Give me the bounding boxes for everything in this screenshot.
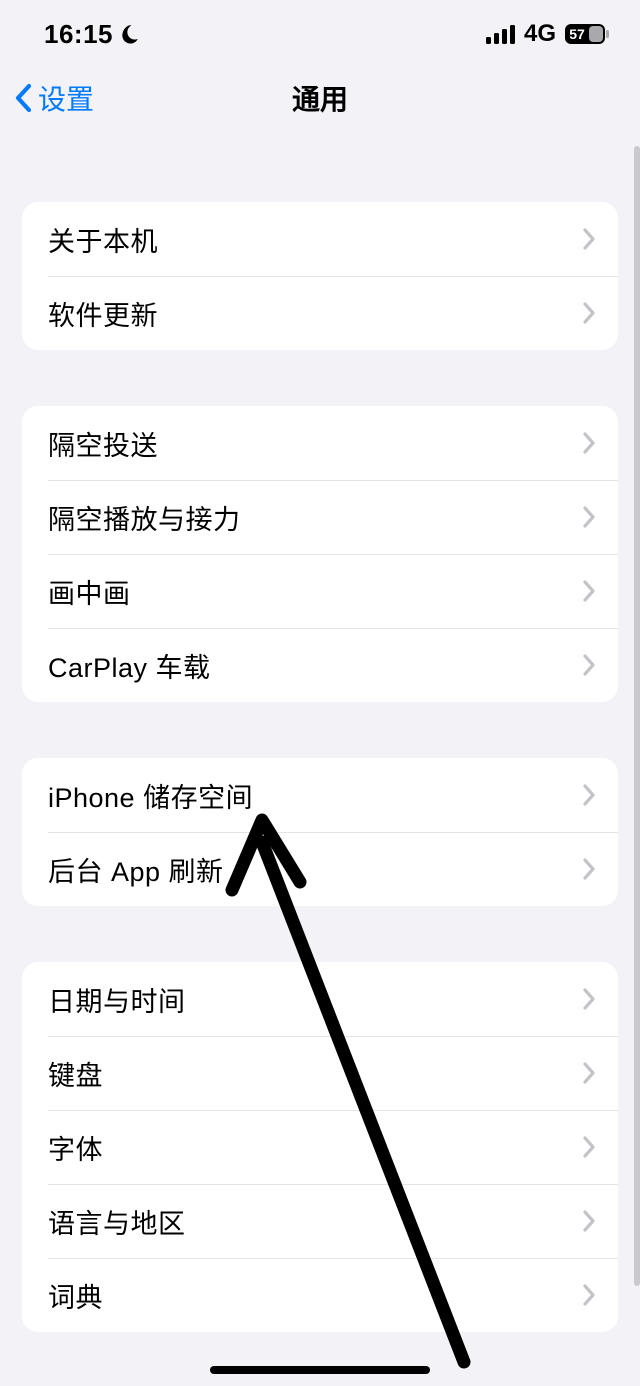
settings-group: 隔空投送隔空播放与接力画中画 CarPlay 车载 bbox=[22, 406, 618, 702]
settings-group: 日期与时间键盘字体语言与地区词典 bbox=[22, 962, 618, 1332]
row-label: 语言与地区 bbox=[48, 1202, 186, 1241]
row-keyboard[interactable]: 键盘 bbox=[22, 1036, 618, 1110]
row-label: CarPlay 车载 bbox=[48, 646, 211, 685]
row-fonts[interactable]: 字体 bbox=[22, 1110, 618, 1184]
row-label: 关于本机 bbox=[48, 220, 158, 259]
row-label: 词典 bbox=[48, 1276, 103, 1315]
home-indicator[interactable] bbox=[210, 1366, 430, 1374]
status-left: 16:15 bbox=[44, 19, 141, 50]
settings-group: 关于本机软件更新 bbox=[22, 202, 618, 350]
chevron-right-icon bbox=[582, 505, 596, 529]
row-date-time[interactable]: 日期与时间 bbox=[22, 962, 618, 1036]
battery-icon: 57 bbox=[564, 23, 610, 45]
status-time: 16:15 bbox=[44, 19, 113, 50]
chevron-right-icon bbox=[582, 1061, 596, 1085]
row-label: 后台 App 刷新 bbox=[48, 850, 224, 889]
cellular-signal-icon bbox=[486, 24, 516, 44]
row-label: 字体 bbox=[48, 1128, 103, 1167]
back-label: 设置 bbox=[38, 78, 94, 118]
row-label: 日期与时间 bbox=[48, 980, 186, 1019]
chevron-right-icon bbox=[582, 653, 596, 677]
chevron-right-icon bbox=[582, 783, 596, 807]
chevron-right-icon bbox=[582, 1135, 596, 1159]
row-background-app-refresh[interactable]: 后台 App 刷新 bbox=[22, 832, 618, 906]
svg-text:57: 57 bbox=[569, 26, 585, 42]
chevron-right-icon bbox=[582, 987, 596, 1011]
scrollbar[interactable] bbox=[634, 146, 640, 1286]
chevron-left-icon bbox=[12, 82, 36, 114]
chevron-right-icon bbox=[582, 857, 596, 881]
row-about[interactable]: 关于本机 bbox=[22, 202, 618, 276]
row-label: iPhone 储存空间 bbox=[48, 776, 253, 815]
row-language-region[interactable]: 语言与地区 bbox=[22, 1184, 618, 1258]
row-dictionary[interactable]: 词典 bbox=[22, 1258, 618, 1332]
chevron-right-icon bbox=[582, 301, 596, 325]
row-carplay[interactable]: CarPlay 车载 bbox=[22, 628, 618, 702]
chevron-right-icon bbox=[582, 1283, 596, 1307]
row-label: 隔空投送 bbox=[48, 424, 158, 463]
row-iphone-storage[interactable]: iPhone 储存空间 bbox=[22, 758, 618, 832]
settings-group: iPhone 储存空间后台 App 刷新 bbox=[22, 758, 618, 906]
row-software-update[interactable]: 软件更新 bbox=[22, 276, 618, 350]
status-bar: 16:15 4G 57 bbox=[0, 0, 640, 60]
chevron-right-icon bbox=[582, 1209, 596, 1233]
do-not-disturb-icon bbox=[119, 23, 141, 45]
settings-content: 关于本机软件更新隔空投送隔空播放与接力画中画 CarPlay 车载 iPhone 储… bbox=[0, 202, 640, 1332]
chevron-right-icon bbox=[582, 227, 596, 251]
status-right: 4G 57 bbox=[486, 20, 610, 48]
chevron-right-icon bbox=[582, 579, 596, 603]
row-airplay-handoff[interactable]: 隔空播放与接力 bbox=[22, 480, 618, 554]
row-airdrop[interactable]: 隔空投送 bbox=[22, 406, 618, 480]
back-button[interactable]: 设置 bbox=[0, 78, 94, 118]
network-type: 4G bbox=[524, 20, 556, 48]
page-title: 通用 bbox=[0, 78, 640, 118]
row-label: 隔空播放与接力 bbox=[48, 498, 241, 537]
row-label: 键盘 bbox=[48, 1054, 103, 1093]
row-picture-in-picture[interactable]: 画中画 bbox=[22, 554, 618, 628]
chevron-right-icon bbox=[582, 431, 596, 455]
nav-header: 设置 通用 bbox=[0, 60, 640, 136]
row-label: 软件更新 bbox=[48, 294, 158, 333]
row-label: 画中画 bbox=[48, 572, 131, 611]
